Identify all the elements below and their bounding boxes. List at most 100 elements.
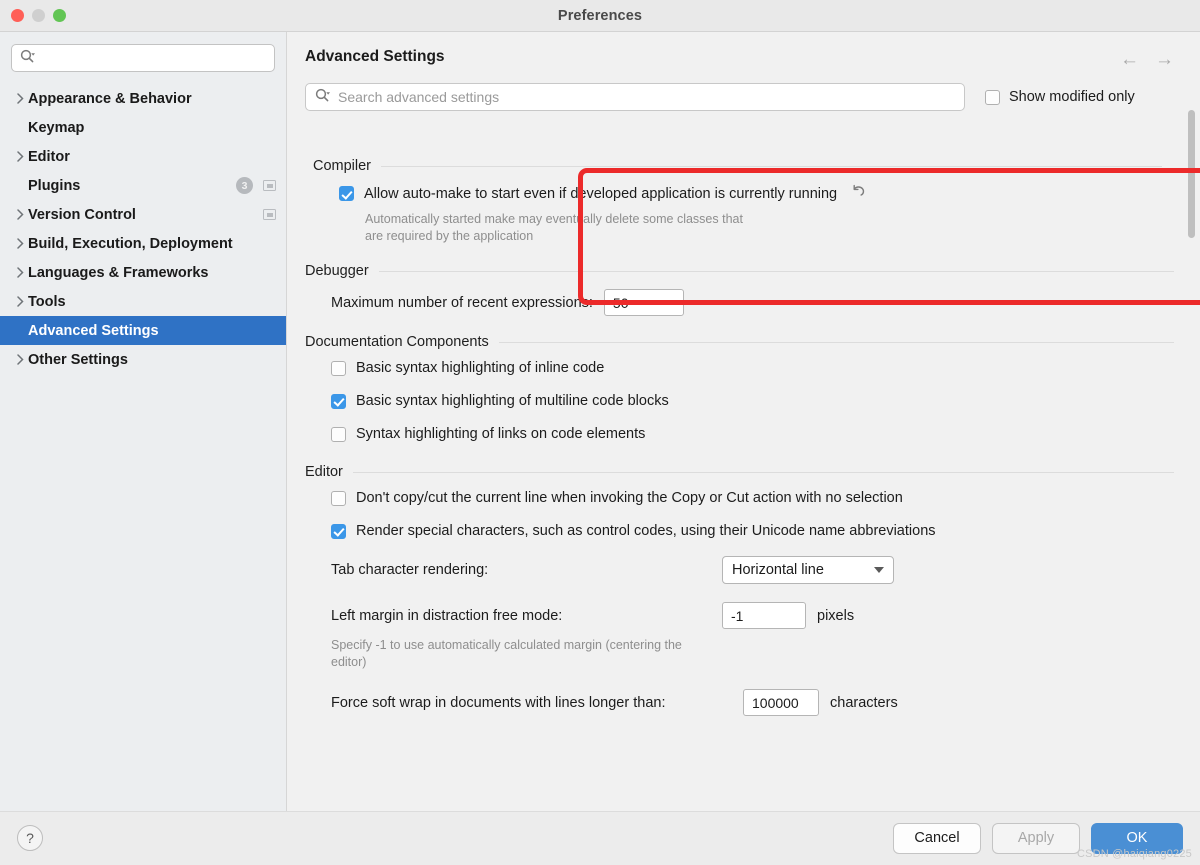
show-modified-only-label: Show modified only (1009, 89, 1135, 105)
search-icon (315, 88, 331, 107)
chevron-down-icon (874, 567, 884, 573)
sidebar-item-label: Version Control (28, 206, 136, 223)
sidebar-item-label: Tools (28, 293, 66, 310)
group-title: Editor (305, 464, 343, 480)
settings-main-panel: Advanced Settings ← → Search advanced se… (287, 32, 1200, 811)
navigation-arrows: ← → (1120, 48, 1180, 69)
forward-arrow-icon[interactable]: → (1155, 50, 1174, 69)
group-body: Maximum number of recent expressions: 50 (305, 279, 1174, 316)
option-label: Basic syntax highlighting of inline code (356, 360, 605, 376)
tab-rendering-select[interactable]: Horizontal line (722, 556, 894, 584)
left-margin-hint: Specify -1 to use automatically calculat… (331, 637, 1174, 671)
soft-wrap-input[interactable]: 100000 (743, 689, 819, 716)
sidebar-item-other-settings[interactable]: Other Settings (0, 345, 286, 374)
chevron-right-icon (12, 238, 28, 249)
dialog-footer: ? Cancel Apply OK CSDN @haiqiang0225 (0, 811, 1200, 864)
group-divider (352, 471, 1174, 473)
hint-line-1: Specify -1 to use automatically calculat… (331, 638, 682, 652)
chevron-right-icon (12, 209, 28, 220)
sidebar-item-label: Keymap (28, 119, 85, 136)
sidebar-item-label: Editor (28, 148, 70, 165)
option-dont-copy-cut-current-line[interactable]: Don't copy/cut the current line when inv… (331, 490, 1174, 506)
group-title: Documentation Components (305, 334, 489, 350)
tab-rendering-value: Horizontal line (732, 562, 824, 578)
chevron-right-icon (12, 354, 28, 365)
settings-tree: Appearance & Behavior Keymap Editor Plug… (0, 80, 286, 374)
cancel-button[interactable]: Cancel (893, 822, 981, 854)
left-margin-input[interactable]: -1 (722, 602, 806, 629)
checkbox-box (331, 393, 346, 409)
group-header: Editor (305, 464, 1174, 480)
group-documentation-components: Documentation Components Basic syntax hi… (305, 334, 1174, 442)
sidebar-item-label: Plugins (28, 177, 81, 194)
option-inline-code-highlighting[interactable]: Basic syntax highlighting of inline code (331, 360, 1174, 376)
detach-window-icon[interactable] (263, 209, 276, 220)
sidebar-search-input[interactable] (11, 44, 275, 72)
max-recent-expressions-input[interactable]: 50 (603, 289, 684, 316)
checkbox-box (331, 426, 346, 442)
plugins-update-badge: 3 (236, 177, 253, 194)
group-divider (498, 341, 1174, 343)
option-label: Render special characters, such as contr… (356, 523, 936, 539)
sidebar-item-version-control[interactable]: Version Control (0, 200, 286, 229)
option-label: Basic syntax highlighting of multiline c… (356, 393, 669, 409)
show-modified-only-checkbox[interactable]: Show modified only (985, 89, 1135, 105)
detach-window-icon[interactable] (263, 180, 276, 191)
option-label: Don't copy/cut the current line when inv… (356, 490, 903, 506)
group-title: Debugger (305, 263, 369, 279)
vertical-scrollbar-thumb[interactable] (1188, 110, 1195, 238)
chevron-right-icon (12, 267, 28, 278)
sidebar-item-tools[interactable]: Tools (0, 287, 286, 316)
option-render-special-characters[interactable]: Render special characters, such as contr… (331, 523, 1174, 539)
dialog-body: Appearance & Behavior Keymap Editor Plug… (0, 32, 1200, 811)
group-compiler: Compiler Allow auto-make to start even i… (305, 158, 1174, 245)
back-arrow-icon[interactable]: ← (1120, 50, 1139, 69)
left-margin-unit: pixels (817, 607, 855, 624)
sidebar-item-languages-frameworks[interactable]: Languages & Frameworks (0, 258, 286, 287)
field-tab-character-rendering: Tab character rendering: Horizontal line (331, 556, 1174, 584)
group-header: Compiler (313, 158, 1162, 174)
chevron-right-icon (12, 296, 28, 307)
sidebar-item-label: Advanced Settings (28, 322, 159, 339)
option-allow-auto-make[interactable]: Allow auto-make to start even if develop… (339, 184, 1162, 203)
sidebar-item-editor[interactable]: Editor (0, 142, 286, 171)
sidebar-item-label: Appearance & Behavior (28, 90, 192, 107)
advanced-settings-search-input[interactable]: Search advanced settings (305, 83, 965, 111)
sidebar-item-appearance-behavior[interactable]: Appearance & Behavior (0, 84, 286, 113)
search-and-filter-row: Search advanced settings Show modified o… (287, 69, 1200, 111)
revert-icon[interactable] (851, 184, 867, 203)
sidebar-search-wrapper (0, 32, 286, 80)
apply-button[interactable]: Apply (992, 822, 1080, 854)
group-divider (378, 270, 1174, 272)
field-label: Force soft wrap in documents with lines … (331, 694, 666, 711)
preferences-window: Preferences Appearance & Behavior Keymap… (0, 0, 1200, 865)
chevron-right-icon (12, 93, 28, 104)
checkbox-box (331, 523, 346, 539)
group-title: Compiler (313, 158, 372, 174)
settings-sidebar: Appearance & Behavior Keymap Editor Plug… (0, 32, 287, 811)
watermark-text: CSDN @haiqiang0225 (1076, 848, 1192, 860)
sidebar-item-plugins[interactable]: Plugins 3 (0, 171, 286, 200)
hint-line-2: are required by the application (365, 229, 534, 243)
group-body: Allow auto-make to start even if develop… (313, 174, 1162, 245)
title-bar: Preferences (0, 0, 1200, 32)
option-multiline-code-highlighting[interactable]: Basic syntax highlighting of multiline c… (331, 393, 1174, 409)
help-button[interactable]: ? (17, 825, 43, 851)
sidebar-item-label: Languages & Frameworks (28, 264, 209, 281)
chevron-right-icon (12, 151, 28, 162)
checkbox-box (339, 186, 354, 201)
sidebar-item-advanced-settings[interactable]: Advanced Settings (0, 316, 286, 345)
group-header: Documentation Components (305, 334, 1174, 350)
hint-line-1: Automatically started make may eventuall… (365, 212, 743, 226)
field-max-recent-expressions: Maximum number of recent expressions: 50 (331, 289, 1174, 316)
option-links-code-highlighting[interactable]: Syntax highlighting of links on code ele… (331, 426, 1174, 442)
sidebar-item-keymap[interactable]: Keymap (0, 113, 286, 142)
field-left-margin-distraction-free: Left margin in distraction free mode: -1… (331, 602, 1174, 629)
sidebar-item-indicators (263, 209, 276, 220)
group-divider (381, 165, 1162, 167)
group-editor: Editor Don't copy/cut the current line w… (305, 464, 1174, 716)
main-header: Advanced Settings ← → (287, 32, 1200, 69)
sidebar-item-build-execution-deployment[interactable]: Build, Execution, Deployment (0, 229, 286, 258)
field-label: Left margin in distraction free mode: (331, 607, 563, 624)
group-body: Don't copy/cut the current line when inv… (305, 480, 1174, 716)
